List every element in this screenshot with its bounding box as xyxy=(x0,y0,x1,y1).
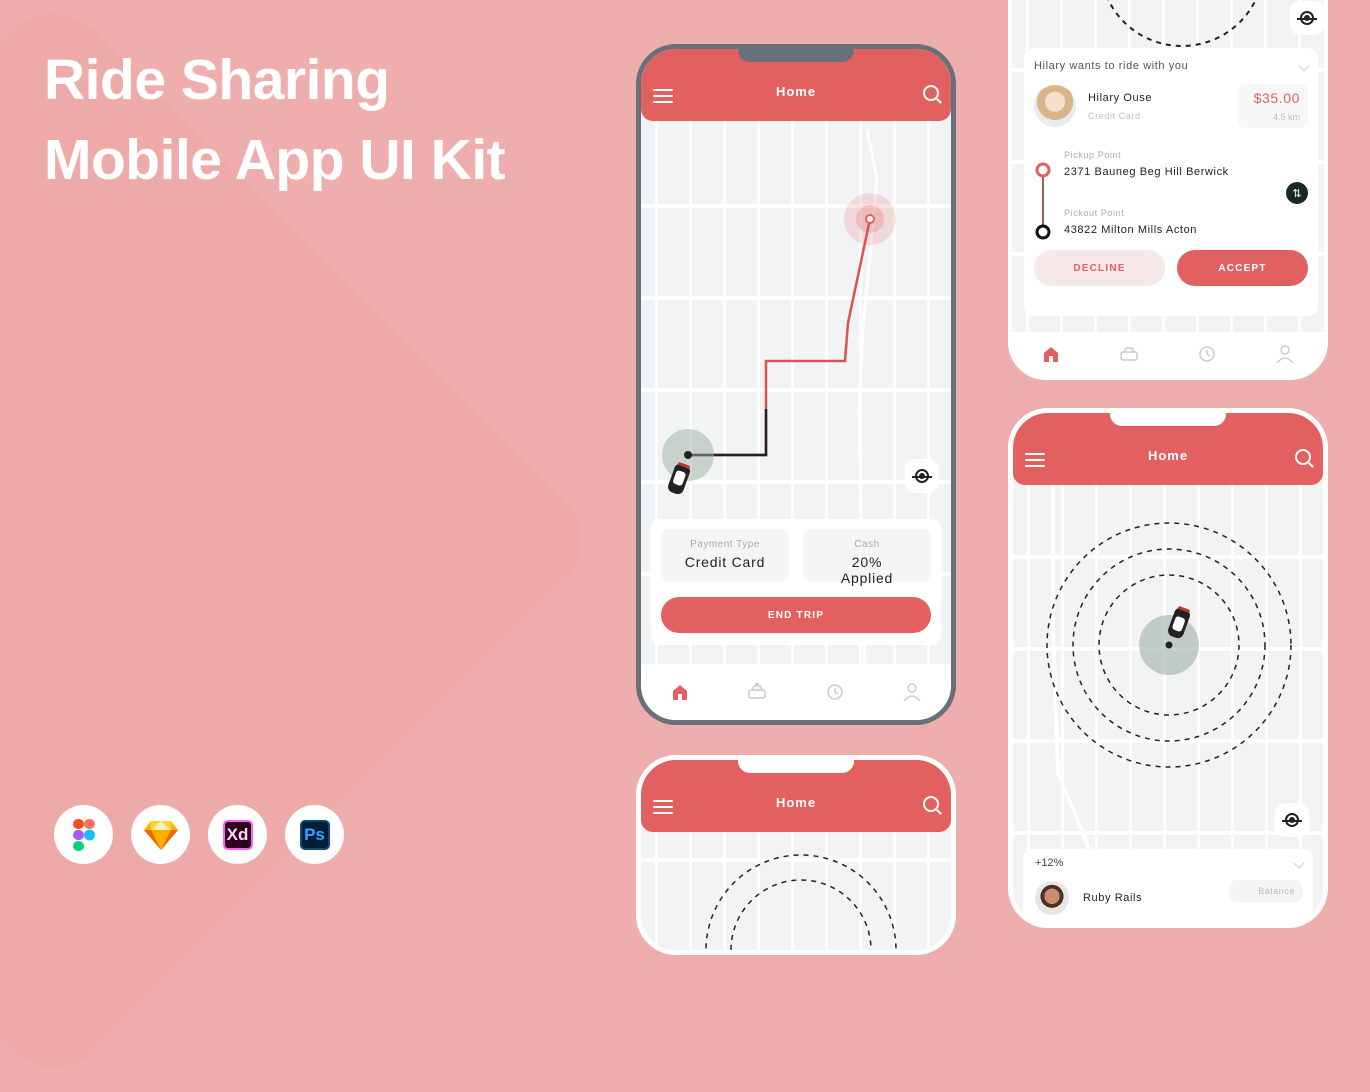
route-line xyxy=(688,218,872,457)
header-title: Home xyxy=(775,795,817,810)
phone-notch xyxy=(738,760,854,773)
rider-avatar xyxy=(1035,881,1069,915)
cash-box: Cash 20% Applied xyxy=(803,529,931,586)
figma-icon xyxy=(54,805,113,864)
nav-home-icon[interactable] xyxy=(669,681,691,703)
search-radius-ring xyxy=(1107,0,1257,47)
rider-name: Ruby Rails xyxy=(1083,892,1143,904)
phone-search-screen: Home +12% Ruby Rails Balance xyxy=(1008,408,1328,928)
search-ring-middle xyxy=(730,879,872,950)
rider-card: +12% Ruby Rails Balance xyxy=(1023,849,1313,923)
search-ring-outer xyxy=(705,854,897,950)
pickup-address: 2371 Bauneg Beg Hill Berwick xyxy=(1064,166,1229,178)
locate-button[interactable] xyxy=(1290,1,1324,35)
payment-type-box: Payment Type Credit Card xyxy=(661,529,789,581)
hero-title-line2: Mobile App UI Kit xyxy=(44,128,506,192)
crosshair-icon xyxy=(912,469,932,483)
phone-bottom-screen: Home xyxy=(636,755,956,955)
header-title: Home xyxy=(775,84,817,99)
ride-request-card: Hilary wants to ride with you Hilary Ous… xyxy=(1024,48,1318,316)
swap-icon[interactable]: ⇅ xyxy=(1286,182,1308,204)
crosshair-icon xyxy=(1297,11,1317,25)
hero-title: Ride Sharing Mobile App UI Kit xyxy=(44,40,506,200)
search-icon[interactable] xyxy=(923,85,939,101)
rider-payment: Credit Card xyxy=(1088,110,1141,121)
phone-trip-screen: Home Payment Type Credit Card Cash 20% A… xyxy=(636,44,956,725)
driver-dot xyxy=(1165,641,1173,649)
bottom-nav xyxy=(641,664,951,720)
pickup-label: Pickup Point xyxy=(1064,150,1122,160)
route-connector xyxy=(1035,162,1051,240)
ride-price: $35.00 xyxy=(1253,90,1300,106)
cash-label: Cash xyxy=(854,539,880,550)
hero-title-line1: Ride Sharing xyxy=(44,48,390,112)
search-icon[interactable] xyxy=(923,796,939,812)
request-heading: Hilary wants to ride with you xyxy=(1034,60,1189,72)
destination-marker xyxy=(865,214,875,224)
nav-taxi-icon[interactable] xyxy=(746,681,768,703)
end-trip-button[interactable]: END TRIP xyxy=(661,597,931,633)
nav-profile-icon[interactable] xyxy=(1274,343,1296,365)
payment-type-label: Payment Type xyxy=(690,539,760,550)
nav-profile-icon[interactable] xyxy=(901,681,923,703)
balance-label: Balance xyxy=(1229,880,1303,902)
chevron-down-icon[interactable] xyxy=(1298,60,1310,72)
dropoff-address: 43822 Milton Mills Acton xyxy=(1064,224,1198,236)
dropoff-label: Pickout Point xyxy=(1064,208,1125,218)
xd-icon: Xd xyxy=(208,805,267,864)
pickup-marker xyxy=(1035,162,1051,178)
locate-button[interactable] xyxy=(905,459,939,493)
search-overlay xyxy=(705,854,897,950)
locate-button[interactable] xyxy=(1275,803,1309,837)
payment-type-value: Credit Card xyxy=(684,554,766,570)
accept-button[interactable]: ACCEPT xyxy=(1177,250,1308,286)
nav-home-icon[interactable] xyxy=(1040,343,1062,365)
phone-notch xyxy=(738,49,854,62)
decline-button[interactable]: DECLINE xyxy=(1034,250,1165,286)
search-overlay xyxy=(1046,473,1292,913)
nav-taxi-icon[interactable] xyxy=(1118,343,1140,365)
bottom-nav xyxy=(1012,332,1324,376)
rider-name: Hilary Ouse xyxy=(1088,91,1153,104)
driver-dot xyxy=(684,451,692,459)
phone-notch xyxy=(1110,413,1226,426)
tool-icons: Xd Ps xyxy=(54,805,344,864)
photoshop-icon: Ps xyxy=(285,805,344,864)
cash-value: 20% Applied xyxy=(840,554,894,586)
search-icon[interactable] xyxy=(1295,449,1311,465)
trip-card: Payment Type Credit Card Cash 20% Applie… xyxy=(651,519,941,645)
dropoff-marker xyxy=(1035,224,1051,240)
nav-history-icon[interactable] xyxy=(1196,343,1218,365)
rider-avatar xyxy=(1034,85,1076,127)
card-heading: +12% xyxy=(1035,857,1064,869)
nav-history-icon[interactable] xyxy=(824,681,846,703)
crosshair-icon xyxy=(1282,813,1302,827)
sketch-icon xyxy=(131,805,190,864)
phone-request-screen: Hilary wants to ride with you Hilary Ous… xyxy=(1008,0,1328,380)
ride-distance: 4.5 km xyxy=(1272,112,1300,122)
map-view[interactable] xyxy=(641,820,951,950)
chevron-down-icon[interactable] xyxy=(1293,857,1305,869)
header-title: Home xyxy=(1147,448,1189,463)
